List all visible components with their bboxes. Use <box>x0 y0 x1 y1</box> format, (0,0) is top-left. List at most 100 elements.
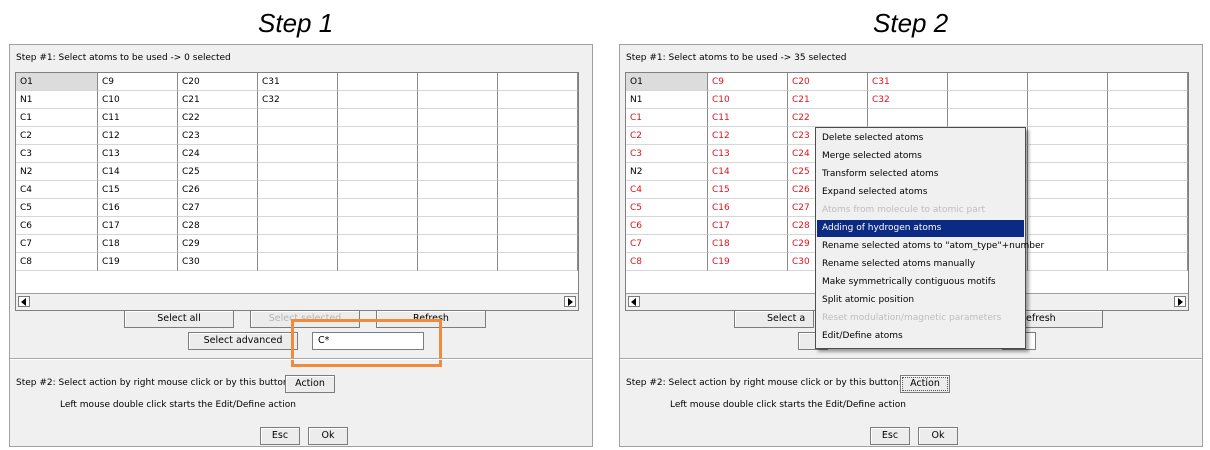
menu-item[interactable]: Rename selected atoms manually <box>817 256 1024 273</box>
atom-cell[interactable]: C20 <box>178 73 258 91</box>
atom-cell[interactable]: C7 <box>16 235 98 253</box>
empty-cell[interactable] <box>258 217 338 235</box>
empty-cell[interactable] <box>498 91 578 109</box>
scroll-left-arrow-icon[interactable] <box>18 296 30 307</box>
atom-cell[interactable]: C1 <box>626 109 708 127</box>
atom-cell[interactable]: C18 <box>98 235 178 253</box>
menu-item[interactable]: Make symmetrically contiguous motifs <box>817 274 1024 291</box>
atom-cell[interactable]: C20 <box>788 73 868 91</box>
empty-cell[interactable] <box>948 91 1028 109</box>
esc-button[interactable]: Esc <box>260 427 300 445</box>
atom-cell[interactable]: C13 <box>708 145 788 163</box>
empty-cell[interactable] <box>1028 253 1108 271</box>
atom-cell[interactable]: C25 <box>178 163 258 181</box>
empty-cell[interactable] <box>498 199 578 217</box>
empty-cell[interactable] <box>1108 181 1188 199</box>
atom-cell[interactable]: N1 <box>626 91 708 109</box>
empty-cell[interactable] <box>498 253 578 271</box>
atom-cell[interactable]: C4 <box>626 181 708 199</box>
atom-cell[interactable]: C28 <box>178 217 258 235</box>
ok-button[interactable]: Ok <box>308 427 348 445</box>
atom-cell[interactable]: C17 <box>708 217 788 235</box>
menu-item[interactable]: Transform selected atoms <box>817 166 1024 183</box>
empty-cell[interactable] <box>1028 91 1108 109</box>
empty-cell[interactable] <box>1028 73 1108 91</box>
atom-cell[interactable]: C3 <box>626 145 708 163</box>
atom-cell[interactable]: C10 <box>98 91 178 109</box>
empty-cell[interactable] <box>258 199 338 217</box>
empty-cell[interactable] <box>1108 109 1188 127</box>
empty-cell[interactable] <box>1108 253 1188 271</box>
empty-cell[interactable] <box>498 127 578 145</box>
empty-cell[interactable] <box>498 145 578 163</box>
atom-cell[interactable]: C7 <box>626 235 708 253</box>
menu-item[interactable]: Rename selected atoms to "atom_type"+num… <box>817 238 1044 255</box>
empty-cell[interactable] <box>418 91 498 109</box>
empty-cell[interactable] <box>418 145 498 163</box>
atom-cell[interactable]: C15 <box>708 181 788 199</box>
atom-cell[interactable]: C8 <box>16 253 98 271</box>
menu-item[interactable]: Edit/Define atoms <box>817 328 1024 345</box>
empty-cell[interactable] <box>418 73 498 91</box>
atom-cell[interactable]: C1 <box>16 109 98 127</box>
atom-cell[interactable]: N1 <box>16 91 98 109</box>
select-all-button[interactable]: Select all <box>124 310 234 328</box>
empty-cell[interactable] <box>498 181 578 199</box>
atom-cell[interactable]: C11 <box>708 109 788 127</box>
atom-cell[interactable]: C5 <box>626 199 708 217</box>
empty-cell[interactable] <box>418 109 498 127</box>
empty-cell[interactable] <box>1108 163 1188 181</box>
atom-cell[interactable]: C2 <box>626 127 708 145</box>
atom-cell[interactable]: N2 <box>16 163 98 181</box>
atom-cell[interactable]: C22 <box>178 109 258 127</box>
empty-cell[interactable] <box>1028 127 1108 145</box>
empty-cell[interactable] <box>338 109 418 127</box>
atom-cell[interactable]: C29 <box>178 235 258 253</box>
atom-cell[interactable]: C10 <box>708 91 788 109</box>
empty-cell[interactable] <box>258 163 338 181</box>
atom-cell[interactable]: C18 <box>708 235 788 253</box>
atom-cell[interactable]: C16 <box>708 199 788 217</box>
atom-cell[interactable]: C31 <box>868 73 948 91</box>
empty-cell[interactable] <box>338 73 418 91</box>
atom-cell[interactable]: C6 <box>626 217 708 235</box>
atom-cell[interactable]: C16 <box>98 199 178 217</box>
atom-cell[interactable]: C6 <box>16 217 98 235</box>
atom-cell[interactable]: C22 <box>788 109 868 127</box>
empty-cell[interactable] <box>1108 145 1188 163</box>
select-all-button[interactable]: Select a <box>734 310 814 328</box>
empty-cell[interactable] <box>338 145 418 163</box>
empty-cell[interactable] <box>258 109 338 127</box>
atom-cell[interactable]: C19 <box>708 253 788 271</box>
empty-cell[interactable] <box>1028 145 1108 163</box>
empty-cell[interactable] <box>1108 73 1188 91</box>
empty-cell[interactable] <box>258 181 338 199</box>
refresh-button[interactable]: efresh <box>1023 310 1103 328</box>
empty-cell[interactable] <box>498 73 578 91</box>
esc-button[interactable]: Esc <box>870 427 910 445</box>
atom-cell[interactable]: C17 <box>98 217 178 235</box>
atom-cell[interactable]: C2 <box>16 127 98 145</box>
atom-cell[interactable]: C30 <box>178 253 258 271</box>
empty-cell[interactable] <box>498 235 578 253</box>
scroll-right-arrow-icon[interactable] <box>1174 296 1186 307</box>
empty-cell[interactable] <box>418 217 498 235</box>
action-button[interactable]: Action <box>285 375 335 393</box>
atom-cell[interactable]: C12 <box>98 127 178 145</box>
empty-cell[interactable] <box>418 235 498 253</box>
empty-cell[interactable] <box>1108 127 1188 145</box>
empty-cell[interactable] <box>258 253 338 271</box>
empty-cell[interactable] <box>1028 181 1108 199</box>
atom-cell[interactable]: C4 <box>16 181 98 199</box>
atom-cell[interactable]: C31 <box>258 73 338 91</box>
action-button[interactable]: Action <box>900 375 950 393</box>
empty-cell[interactable] <box>1108 199 1188 217</box>
atom-cell[interactable]: C21 <box>178 91 258 109</box>
empty-cell[interactable] <box>498 217 578 235</box>
atom-cell[interactable]: C8 <box>626 253 708 271</box>
atom-cell[interactable]: C21 <box>788 91 868 109</box>
atom-cell[interactable]: C19 <box>98 253 178 271</box>
atom-cell[interactable]: C23 <box>178 127 258 145</box>
horizontal-scrollbar[interactable] <box>16 293 578 310</box>
ok-button[interactable]: Ok <box>918 427 958 445</box>
